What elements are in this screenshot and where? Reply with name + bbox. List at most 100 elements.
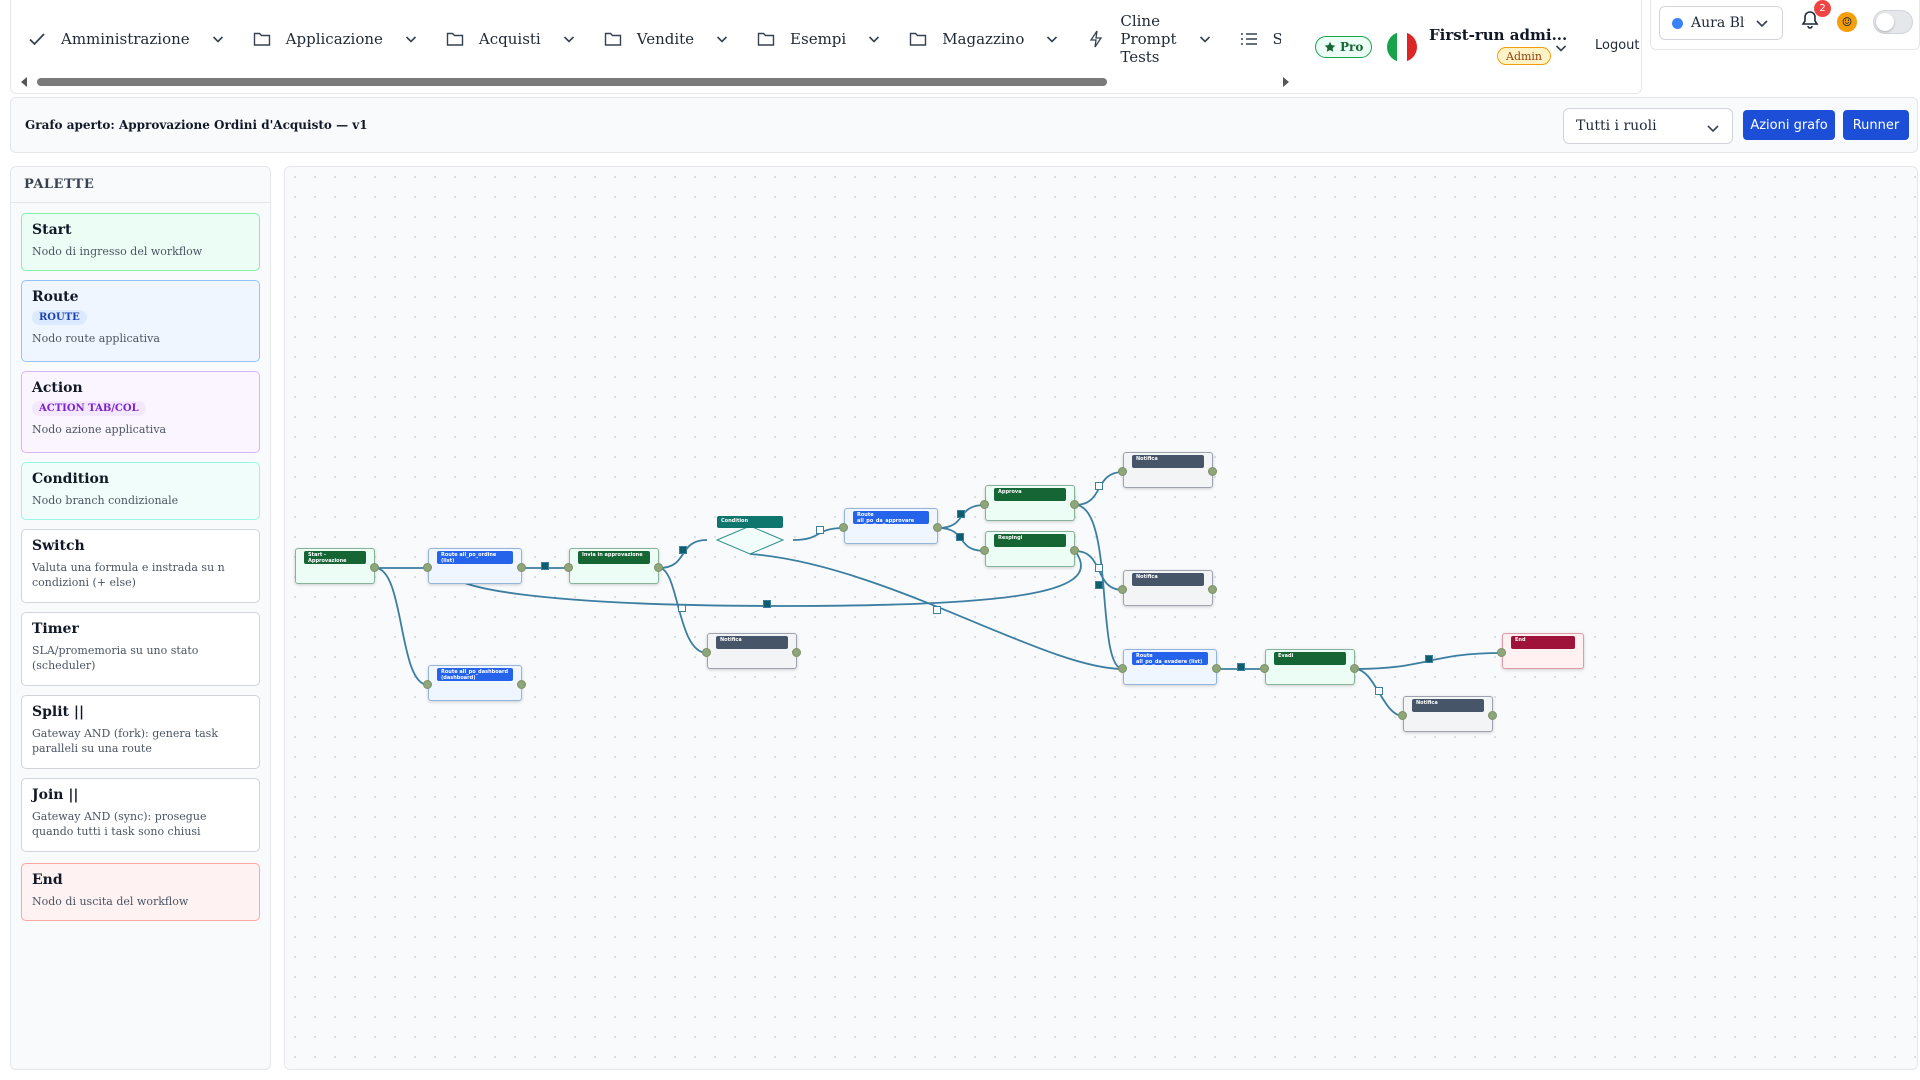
graph-node-notify[interactable]: Notifica <box>707 633 797 669</box>
edge-midpoint-handle[interactable] <box>816 526 824 534</box>
node-input-port[interactable] <box>1260 664 1269 673</box>
palette-item-route[interactable]: Route ROUTE Nodo route applicativa <box>21 280 260 362</box>
palette-panel: PALETTE Start Nodo di ingresso del workf… <box>10 166 271 1070</box>
palette-item-join[interactable]: Join || Gateway AND (sync): prosegue qua… <box>21 778 260 852</box>
nav-item-label-line: Tests <box>1120 48 1160 66</box>
edge-midpoint-handle[interactable] <box>1237 663 1245 671</box>
graph-node-end[interactable]: End <box>1502 633 1584 669</box>
nav-item-esempi[interactable]: Esempi <box>742 0 894 78</box>
nav-item-vendite[interactable]: Vendite <box>589 0 742 78</box>
nav-item-scadenze[interactable]: Scadenz <box>1225 0 1281 78</box>
edge-midpoint-handle[interactable] <box>1095 564 1103 572</box>
nav-item-applicazione[interactable]: Applicazione <box>238 0 431 78</box>
graph-node-start[interactable]: Start - Approvazione Ordini <box>295 548 375 584</box>
logout-link[interactable]: Logout <box>1595 38 1640 53</box>
graph-node-action[interactable]: Evadi <box>1265 649 1355 685</box>
folder-icon <box>756 29 776 49</box>
chevron-down-icon <box>1707 125 1719 133</box>
node-output-port[interactable] <box>517 680 526 689</box>
graph-node-route[interactable]: Route all_po_dashboard (dashboard) <box>428 665 522 701</box>
node-input-port[interactable] <box>980 500 989 509</box>
runner-button[interactable]: Runner <box>1843 110 1909 140</box>
nav-item-acquisti[interactable]: Acquisti <box>431 0 589 78</box>
palette-item-start[interactable]: Start Nodo di ingresso del workflow <box>21 213 260 271</box>
node-input-port[interactable] <box>1118 585 1127 594</box>
graph-node-route[interactable]: Route all_po_da_evadere (list) <box>1123 649 1217 685</box>
role-filter-select[interactable]: Tutti i ruoli <box>1563 108 1733 144</box>
folder-icon <box>252 29 272 49</box>
edge-midpoint-handle[interactable] <box>1095 482 1103 490</box>
palette-item-desc: Nodo route applicativa <box>32 332 160 345</box>
palette-title: PALETTE <box>11 167 270 203</box>
graph-actions-button[interactable]: Azioni grafo <box>1743 110 1835 140</box>
smiley-icon[interactable]: ☺ <box>1837 12 1857 32</box>
nav-horizontal-scrollbar[interactable] <box>17 76 1289 88</box>
italian-flag-icon[interactable] <box>1387 32 1417 62</box>
node-input-port[interactable] <box>1398 711 1407 720</box>
palette-item-split[interactable]: Split || Gateway AND (fork): genera task… <box>21 695 260 769</box>
palette-item-switch[interactable]: Switch Valuta una formula e instrada su … <box>21 529 260 603</box>
node-input-port[interactable] <box>1497 648 1506 657</box>
theme-select[interactable]: Aura Blu <box>1659 6 1783 40</box>
node-input-port[interactable] <box>564 563 573 572</box>
edge-midpoint-handle[interactable] <box>1375 687 1383 695</box>
graph-canvas[interactable]: Start - Approvazione Ordini Route all_po_… <box>284 166 1918 1070</box>
node-input-port[interactable] <box>423 563 432 572</box>
node-output-port[interactable] <box>933 523 942 532</box>
user-name[interactable]: First-run admi... <box>1429 26 1567 44</box>
node-output-port[interactable] <box>1070 500 1079 509</box>
node-output-port[interactable] <box>1208 467 1217 476</box>
scrollbar-thumb[interactable] <box>37 78 1107 86</box>
scroll-left-arrow-icon[interactable] <box>21 77 27 87</box>
palette-item-condition[interactable]: Condition Nodo branch condizionale <box>21 462 260 520</box>
dark-mode-toggle[interactable] <box>1873 10 1913 34</box>
node-output-port[interactable] <box>1350 664 1359 673</box>
edge-midpoint-handle[interactable] <box>1095 581 1103 589</box>
node-output-port[interactable] <box>792 648 801 657</box>
pro-badge: Pro <box>1315 36 1373 58</box>
edge-midpoint-handle[interactable] <box>763 600 771 608</box>
palette-item-action[interactable]: Action ACTION TAB/COL Nodo azione applic… <box>21 371 260 453</box>
nav-item-cline-prompt-tests[interactable]: Cline Prompt Tests <box>1072 0 1224 78</box>
check-icon <box>27 29 47 49</box>
graph-node-action[interactable]: Invia in approvazione <box>569 548 659 584</box>
node-input-port[interactable] <box>839 523 848 532</box>
node-input-port[interactable] <box>980 546 989 555</box>
node-output-port[interactable] <box>654 563 663 572</box>
node-output-port[interactable] <box>1212 664 1221 673</box>
graph-node-route[interactable]: Route all_po_ordine (list) <box>428 548 522 584</box>
node-input-port[interactable] <box>423 680 432 689</box>
node-output-port[interactable] <box>1208 585 1217 594</box>
palette-item-timer[interactable]: Timer SLA/promemoria su uno stato (sched… <box>21 612 260 686</box>
chevron-down-icon <box>212 36 223 43</box>
graph-node-action[interactable]: Approva <box>985 485 1075 521</box>
palette-item-end[interactable]: End Nodo di uscita del workflow <box>21 863 260 921</box>
node-input-port[interactable] <box>702 648 711 657</box>
graph-node-route[interactable]: Route all_po_da_approvare (list) <box>844 508 938 544</box>
edge-midpoint-handle[interactable] <box>679 546 687 554</box>
chevron-down-icon[interactable] <box>1555 42 1567 54</box>
graph-node-notify[interactable]: Notifica <box>1123 570 1213 606</box>
toggle-knob <box>1876 13 1894 31</box>
graph-edge[interactable] <box>374 567 429 686</box>
node-output-port[interactable] <box>517 563 526 572</box>
node-input-port[interactable] <box>1118 664 1127 673</box>
edge-midpoint-handle[interactable] <box>541 562 549 570</box>
palette-item-title: End <box>32 872 63 888</box>
nav-item-amministrazione[interactable]: Amministrazione <box>11 0 238 78</box>
nav-item-magazzino[interactable]: Magazzino <box>894 0 1072 78</box>
graph-node-action[interactable]: Respingi <box>985 531 1075 567</box>
graph-node-condition[interactable]: Condition <box>715 516 785 560</box>
node-output-port[interactable] <box>1070 546 1079 555</box>
edge-midpoint-handle[interactable] <box>1425 655 1433 663</box>
scroll-right-arrow-icon[interactable] <box>1283 77 1289 87</box>
edge-midpoint-handle[interactable] <box>933 606 941 614</box>
edge-midpoint-handle[interactable] <box>956 533 964 541</box>
edge-midpoint-handle[interactable] <box>957 510 965 518</box>
graph-node-notify[interactable]: Notifica <box>1403 696 1493 732</box>
graph-node-notify[interactable]: Notifica <box>1123 452 1213 488</box>
node-output-port[interactable] <box>370 563 379 572</box>
node-output-port[interactable] <box>1488 711 1497 720</box>
node-input-port[interactable] <box>1118 467 1127 476</box>
palette-item-title: Timer <box>32 621 79 637</box>
